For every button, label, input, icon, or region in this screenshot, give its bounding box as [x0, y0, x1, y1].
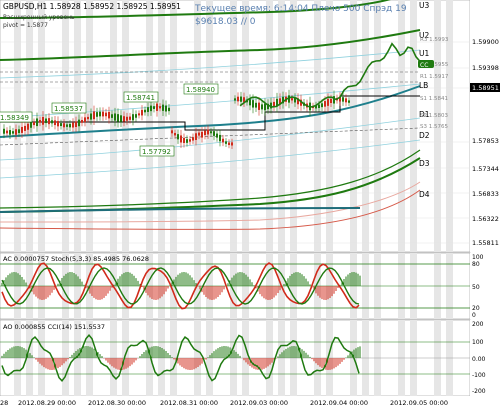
indicator-caption-1: Расширенный уровень [3, 14, 75, 21]
stoch-axis-label: 0 [472, 312, 476, 319]
price-axis: 1.59900 1.59398 1.57853 1.57344 1.56833 1.563… [470, 0, 500, 252]
stoch-axis-label: 100 [472, 254, 484, 261]
stoch-label: AC 0.0000757 Stoch(5,3,3) 85.4985 76.062… [3, 255, 149, 263]
level-value-label: R3 1.5993 [420, 37, 449, 43]
time-axis-label: 2012.08.31 00:00 [160, 399, 218, 407]
trading-chart[interactable]: 1.58349 1.58537 1.58741 1.58940 1.57792 GBPU… [0, 0, 500, 408]
current-price-tag: 1.58951 [472, 84, 499, 92]
price-axis-label: 1.59900 [472, 38, 499, 46]
cci-axis-label: -100 [472, 372, 486, 379]
stoch-panel[interactable]: AC 0.0000757 Stoch(5,3,3) 85.4985 76.062… [0, 252, 500, 320]
pivot-callout: 1.58741 [123, 91, 159, 103]
svg-text:1.58537: 1.58537 [54, 105, 83, 113]
price-axis-label: 1.56322 [472, 215, 499, 223]
level-value-label: S3 1.5765 [420, 124, 448, 130]
time-axis: 28 2012.08.29 00:00 2012.08.30 00:00 2012.0… [0, 396, 500, 408]
stoch-axis-label: 50 [472, 284, 480, 291]
symbol-info: GBPUSD,H1 1.58928 1.58952 1.58925 1.5895… [3, 2, 181, 11]
time-axis-label: 2012.09.05 00:00 [390, 399, 448, 407]
time-axis-label: 2012.08.29 00:00 [18, 399, 76, 407]
cci-axis-label: -200 [472, 388, 486, 395]
svg-text:1.58741: 1.58741 [126, 94, 155, 102]
price-axis-label: 1.57344 [472, 165, 499, 173]
svg-text:1.58349: 1.58349 [0, 114, 29, 122]
cci-panel[interactable]: AO 0.000855 CCI(14) 151.5537 200 100 0.00 -… [0, 319, 500, 397]
level-label: U3 [419, 1, 429, 10]
indicator-caption-2: pivot = 1.5877 [3, 22, 48, 29]
stoch-axis-label: 20 [472, 305, 480, 312]
price-axis-label: 1.56833 [472, 190, 499, 198]
svg-text:CC: CC [420, 62, 428, 69]
price-axis-label: 1.59398 [472, 64, 499, 72]
balance-overlay: $9618.03 // 0 [195, 17, 256, 27]
pivot-callout: 1.58349 [0, 111, 33, 123]
cci-axis-label: 100 [472, 339, 484, 346]
level-label: D2 [419, 131, 430, 140]
cc-tag: CC [418, 60, 434, 69]
cci-axis-label: 200 [472, 321, 484, 328]
time-axis-label: 2012.08.30 00:00 [88, 399, 146, 407]
main-price-panel[interactable]: 1.58349 1.58537 1.58741 1.58940 1.57792 GBPU… [0, 0, 471, 253]
level-label: D3 [419, 159, 430, 168]
price-axis-label: 1.55811 [472, 239, 499, 247]
pivot-callout: 1.58537 [51, 102, 87, 114]
svg-text:1.57792: 1.57792 [142, 148, 171, 156]
pivot-callout: 1.58940 [183, 83, 219, 95]
time-axis-label: 2012.09.03 00:00 [230, 399, 288, 407]
level-label: U1 [419, 49, 429, 58]
current-time-overlay: Текущее время: 6:14:04 Плечо 500 Спрэд 1… [194, 4, 407, 14]
price-axis-label: 1.57853 [472, 137, 499, 145]
cci-label: AO 0.000855 CCI(14) 151.5537 [3, 323, 105, 331]
stoch-axis-label: 80 [472, 261, 480, 268]
time-axis-label: 28 [0, 399, 8, 407]
level-value-label: R1 1.5917 [420, 74, 449, 80]
level-label: D4 [419, 190, 430, 199]
time-axis-label: 2012.09.04 00:00 [310, 399, 368, 407]
level-value-label: S2 1.5803 [420, 113, 448, 119]
cci-axis-label: 0.00 [472, 356, 486, 363]
level-value-label: S1 1.5841 [420, 96, 448, 102]
pivot-callout: 1.57792 [139, 145, 175, 157]
level-label: LB [419, 81, 428, 90]
svg-text:1.58940: 1.58940 [186, 86, 215, 94]
